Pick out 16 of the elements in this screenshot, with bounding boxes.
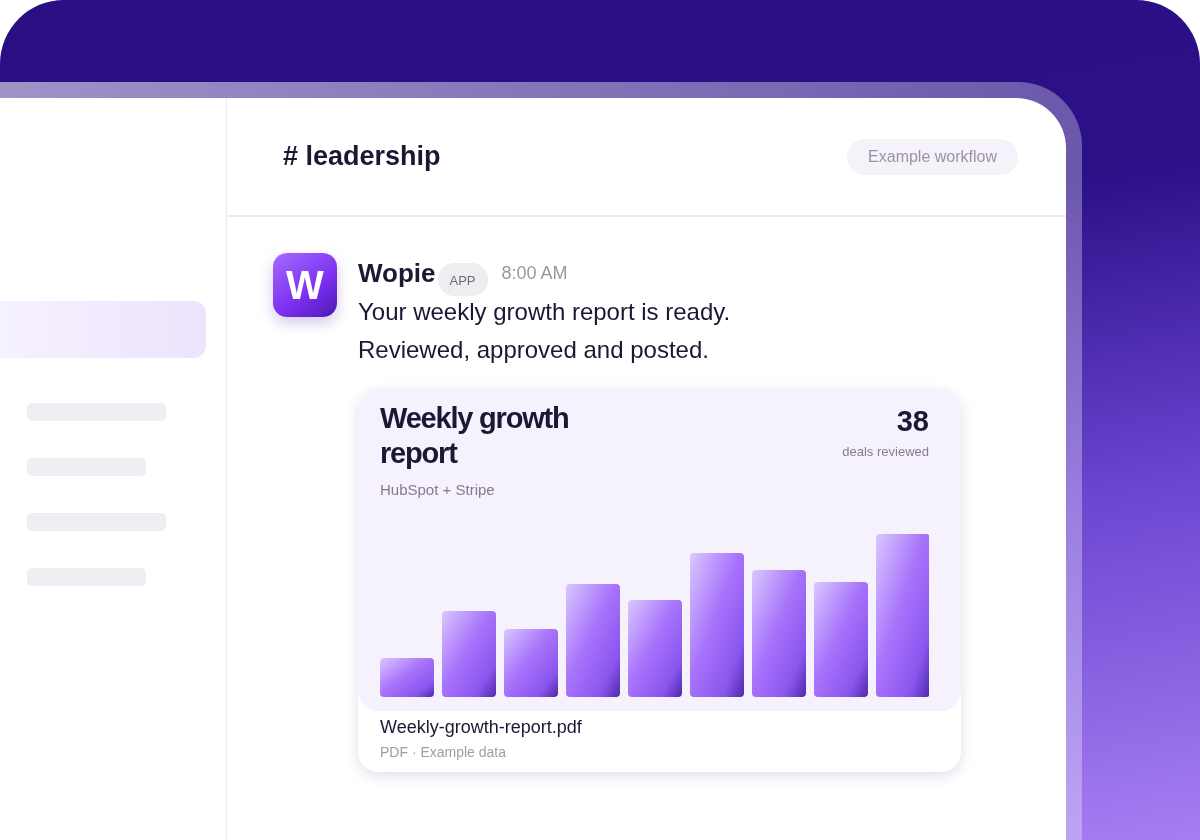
message-time: 8:00 AM	[501, 262, 568, 284]
deals-label: deals reviewed	[842, 444, 929, 459]
report-card[interactable]: Weekly growth report HubSpot + Stripe 38 deals reviewed Weekly-growth-report.pdf PDF · Example data	[358, 389, 961, 772]
channel-title: # leadership	[283, 141, 441, 172]
file-meta: PDF · Example data	[380, 744, 508, 760]
app-avatar: W	[273, 253, 337, 317]
report-title: Weekly growth report	[380, 401, 570, 471]
report-source: HubSpot + Stripe	[380, 481, 496, 498]
app-badge: APP	[437, 262, 488, 296]
sender-name: Wopie	[358, 257, 436, 289]
message-text: Your weekly growth report is ready.	[358, 297, 732, 327]
deals-count: 38	[895, 405, 929, 438]
workflow-badge: Example workflow	[847, 138, 1018, 175]
file-name: Weekly-growth-report.pdf	[380, 717, 583, 738]
message-text: Reviewed, approved and posted.	[358, 335, 710, 365]
sidebar-item[interactable]	[0, 301, 206, 358]
